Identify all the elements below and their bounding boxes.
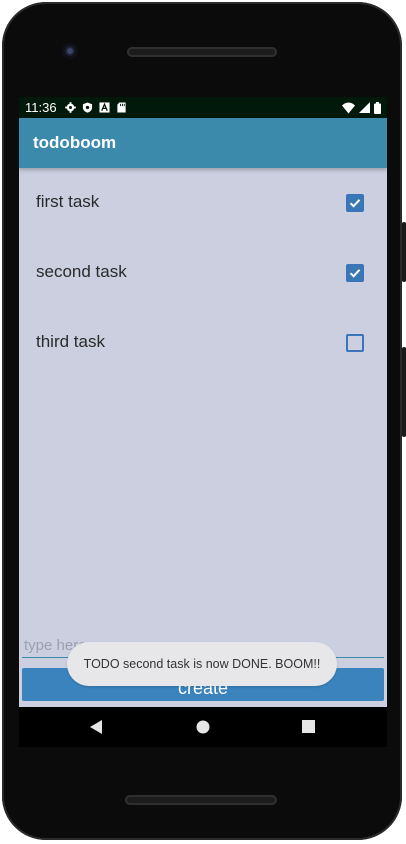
task-label: second task — [36, 262, 127, 281]
app-title: todoboom — [33, 133, 117, 152]
toast-message: TODO second task is now DONE. BOOM!! — [67, 642, 337, 686]
task-row: second task — [19, 254, 387, 294]
back-icon[interactable] — [89, 719, 103, 735]
task-checkbox[interactable] — [346, 194, 364, 212]
bottom-speaker — [125, 795, 277, 805]
checkmark-icon — [349, 199, 361, 208]
task-row: first task — [19, 184, 387, 224]
wifi-icon — [342, 102, 355, 113]
shield-icon — [82, 102, 92, 113]
app-bar: todoboom — [19, 118, 387, 168]
recents-icon[interactable] — [302, 720, 315, 733]
top-speaker — [127, 47, 277, 57]
checkmark-icon — [349, 269, 361, 278]
home-icon[interactable] — [196, 720, 210, 734]
status-time: 11:36 — [25, 100, 57, 115]
task-row: third task — [19, 324, 387, 364]
front-camera — [62, 43, 78, 59]
status-bar: 11:36 — [19, 97, 387, 118]
status-icons-left — [64, 102, 127, 113]
navigation-bar — [19, 707, 387, 747]
status-icons-right — [342, 101, 381, 114]
task-checkbox[interactable] — [346, 264, 364, 282]
task-label: first task — [36, 192, 100, 211]
battery-icon — [374, 101, 381, 114]
task-list-area: first task second task third task type h… — [19, 168, 387, 707]
task-label: third task — [36, 332, 105, 351]
volume-button — [402, 222, 406, 282]
signal-icon — [359, 102, 370, 113]
sd-card-icon — [116, 102, 126, 113]
phone-frame: 11:36 todoboom first task second task th… — [2, 2, 406, 840]
task-checkbox[interactable] — [346, 334, 364, 352]
power-button — [402, 347, 406, 437]
screen: 11:36 todoboom first task second task th… — [19, 97, 387, 747]
settings-icon — [64, 102, 76, 113]
a-icon — [99, 102, 110, 113]
